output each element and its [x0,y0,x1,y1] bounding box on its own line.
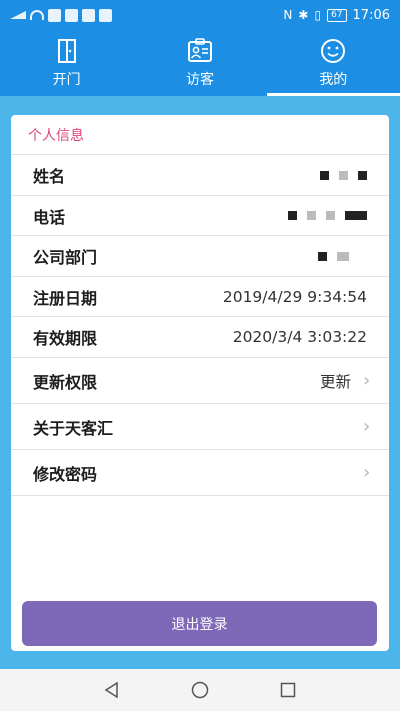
row-name: 姓名 [11,155,389,196]
expiry-label: 有效期限 [33,329,98,348]
battery-icon: 67 [327,8,347,22]
update-permission-label: 更新权限 [33,372,98,392]
wifi-icon [30,10,44,20]
phone-value-redacted [288,211,367,220]
signal-icon [10,11,26,19]
back-icon[interactable] [103,681,121,699]
tab-visitor[interactable]: 访客 [133,30,266,96]
bluetooth-icon: ✱ [298,8,309,22]
notification-icon [99,8,112,22]
system-nav-bar [0,669,400,711]
register-date-label: 注册日期 [33,288,98,308]
tab-label: 访客 [185,71,214,88]
row-update-permission[interactable]: 更新权限 更新 › [11,358,389,404]
tab-mine[interactable]: 我的 [266,30,400,96]
smiley-icon [321,38,346,63]
section-title: 个人信息 [11,115,389,155]
notification-icon [48,8,61,22]
top-tab-bar: 开门 访客 我的 [0,30,400,96]
notification-icon [65,8,78,22]
row-register-date: 注册日期 2019/4/29 9:34:54 [11,277,389,317]
home-icon[interactable] [191,681,209,699]
visitor-badge-icon [187,37,212,62]
door-icon [57,38,76,63]
tab-open-door[interactable]: 开门 [0,30,133,96]
department-label: 公司部门 [33,248,98,267]
clock: 17:06 [352,7,390,23]
profile-card: 个人信息 姓名 电话 公司部门 注册日期 2019/4/29 9:34:54 有… [11,115,389,651]
department-value-redacted [318,251,349,261]
chevron-right-icon: › [363,462,371,483]
row-department: 公司部门 [11,236,389,277]
notification-icon [82,8,95,22]
chevron-right-icon: › [363,370,371,391]
status-bar: N ✱ ▯ 67 17:06 [0,0,400,30]
tab-label: 开门 [52,71,81,88]
logout-button[interactable]: 退出登录 [22,601,377,646]
row-phone: 电话 [11,196,389,236]
chevron-right-icon: › [363,416,371,437]
row-expiry: 有效期限 2020/3/4 3:03:22 [11,317,389,358]
nfc-icon: N [283,8,293,22]
recents-icon[interactable] [279,681,297,699]
register-date-value: 2019/4/29 9:34:54 [222,287,367,306]
change-password-label: 修改密码 [33,464,98,484]
about-label: 关于天客汇 [33,418,114,438]
status-icons-right: N ✱ ▯ 67 17:06 [283,8,390,23]
name-value-redacted [320,170,367,180]
update-permission-value: 更新 [319,372,351,391]
phone-label: 电话 [33,207,66,227]
status-icons-left [10,8,112,22]
tab-label: 我的 [319,71,348,88]
name-label: 姓名 [33,167,66,186]
row-about[interactable]: 关于天客汇 › [11,404,389,450]
vibrate-icon: ▯ [314,8,322,22]
expiry-value: 2020/3/4 3:03:22 [232,328,367,346]
row-change-password[interactable]: 修改密码 › [11,450,389,496]
